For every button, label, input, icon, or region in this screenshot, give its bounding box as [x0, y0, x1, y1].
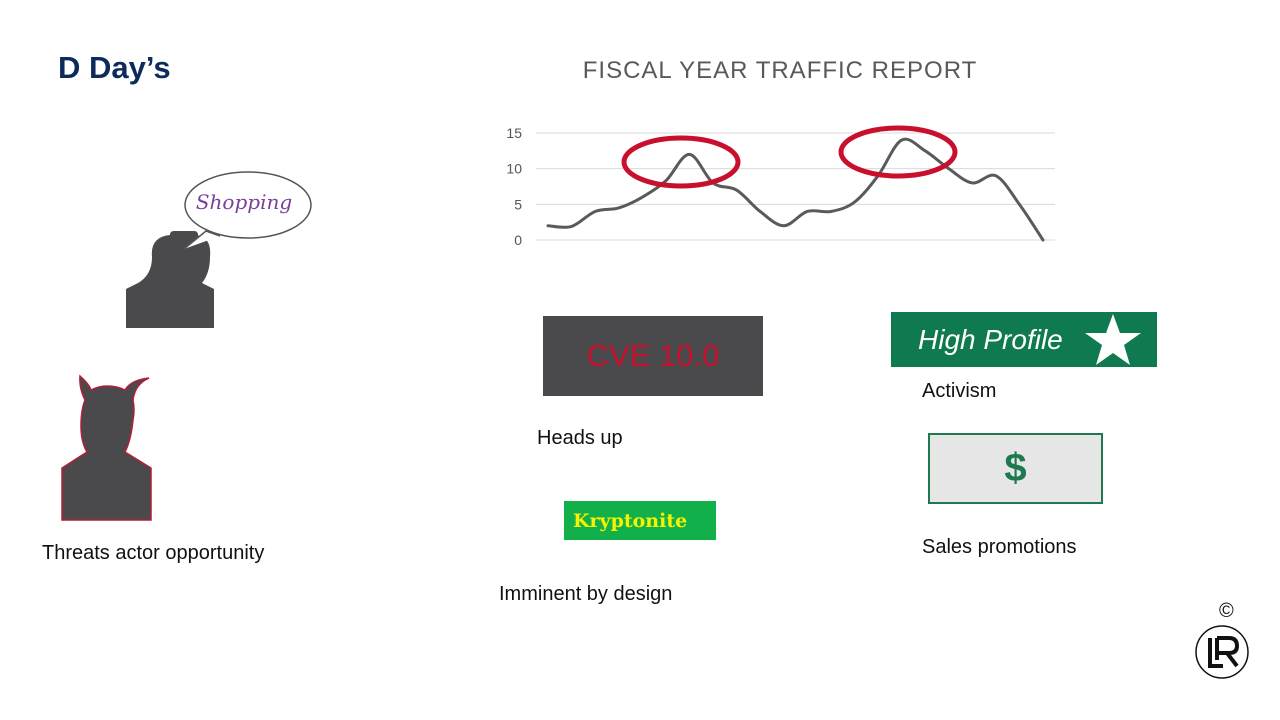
y-tick-label: 0	[514, 232, 522, 248]
cve-label: CVE 10.0	[586, 338, 720, 373]
chart-grid	[536, 132, 1055, 241]
star-icon	[1085, 314, 1141, 365]
lr-logo-icon	[1195, 625, 1249, 679]
devil-silhouette-icon	[61, 374, 152, 521]
series-line	[546, 137, 1045, 242]
y-axis-ticks: 15 10 5 0	[506, 125, 522, 248]
chart-title: FISCAL YEAR TRAFFIC REPORT	[582, 57, 978, 84]
speech-text: Shopping	[196, 190, 292, 214]
high-profile-label: High Profile	[918, 323, 1063, 355]
copyright-mark: ©	[1219, 600, 1234, 622]
kryptonite-card: Kryptonite	[564, 501, 716, 540]
cve-caption: Heads up	[537, 427, 623, 449]
shopper-figure: Shopping	[126, 171, 312, 328]
cve-card: CVE 10.0	[543, 316, 763, 396]
dollar-card: $	[928, 433, 1103, 504]
person-silhouette-icon	[126, 231, 214, 328]
threat-caption: Threats actor opportunity	[42, 542, 265, 564]
threat-actor-figure	[61, 374, 152, 521]
high-profile-card: High Profile	[891, 312, 1157, 367]
kryptonite-caption: Imminent by design	[499, 583, 673, 605]
y-tick-label: 15	[506, 125, 522, 141]
traffic-chart: 15 10 5 0	[506, 125, 1055, 248]
y-tick-label: 5	[514, 196, 522, 212]
dollar-caption: Sales promotions	[922, 536, 1077, 558]
kryptonite-label: Kryptonite	[573, 509, 688, 532]
high-profile-caption: Activism	[922, 380, 997, 402]
y-tick-label: 10	[506, 161, 522, 177]
speech-bubble: Shopping	[183, 171, 312, 250]
dollar-icon: $	[1004, 446, 1027, 490]
slide-title: D Day’s	[58, 50, 171, 85]
